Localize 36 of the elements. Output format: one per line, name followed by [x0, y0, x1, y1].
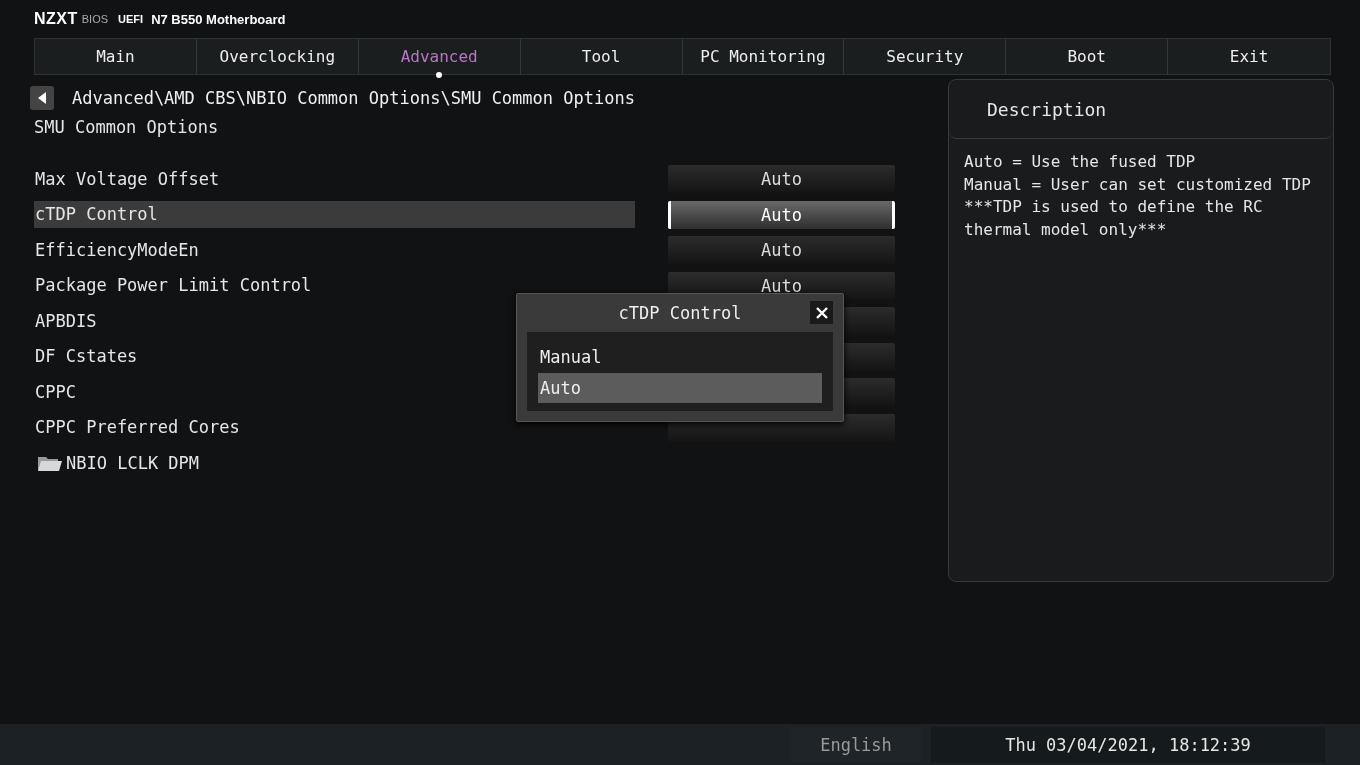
menu-tab[interactable]: Exit: [1168, 39, 1330, 74]
bios-label: BIOS: [81, 13, 109, 25]
setting-value-button[interactable]: Auto: [668, 200, 895, 229]
description-text: thermal model only***: [964, 218, 1168, 241]
brand-logo: NZXT: [34, 10, 78, 28]
setting-label[interactable]: EfficiencyModeEn: [34, 236, 635, 264]
back-button[interactable]: [30, 86, 54, 110]
setting-label[interactable]: Package Power Limit Control: [34, 272, 635, 300]
setting-label[interactable]: cTDP Control: [34, 201, 635, 229]
submenu-link[interactable]: NBIO LCLK DPM: [34, 453, 200, 474]
menu-tab[interactable]: Overclocking: [196, 39, 359, 74]
setting-label[interactable]: Max Voltage Offset: [34, 165, 635, 193]
close-icon: [815, 306, 828, 319]
menu-tab[interactable]: PC Monitoring: [682, 39, 845, 74]
option-item[interactable]: Auto: [538, 373, 822, 403]
description-text: Manual = User can set customized TDP: [964, 173, 1312, 196]
description-text: ***TDP is used to define the RC: [964, 196, 1264, 218]
page-title: SMU Common Options: [33, 117, 220, 137]
uefi-label: UEFI: [118, 13, 144, 25]
close-button[interactable]: [810, 301, 833, 324]
menu-tab[interactable]: Boot: [1006, 39, 1169, 74]
breadcrumb-path: Advanced\AMD CBS\NBIO Common Options\SMU Common Options: [72, 88, 635, 108]
popup-title: cTDP Control: [618, 303, 742, 323]
menu-tab[interactable]: Main: [35, 39, 197, 74]
board-name: N7 B550 Motherboard: [151, 11, 286, 27]
description-text: Auto = Use the fused TDP: [964, 151, 1197, 173]
back-arrow-icon: [37, 91, 47, 105]
setting-label[interactable]: CPPC Preferred Cores: [34, 414, 635, 442]
folder-icon: [37, 454, 63, 473]
menu-tab[interactable]: Security: [844, 39, 1007, 74]
date-time: Thu 03/04/2021, 18:12:39: [931, 726, 1325, 763]
option-item[interactable]: Manual: [538, 342, 822, 372]
menu-tab[interactable]: Tool: [520, 39, 683, 74]
description-title: Description: [987, 98, 1107, 120]
setting-value-button[interactable]: Auto: [668, 165, 895, 194]
setting-value-button[interactable]: Auto: [668, 236, 895, 265]
